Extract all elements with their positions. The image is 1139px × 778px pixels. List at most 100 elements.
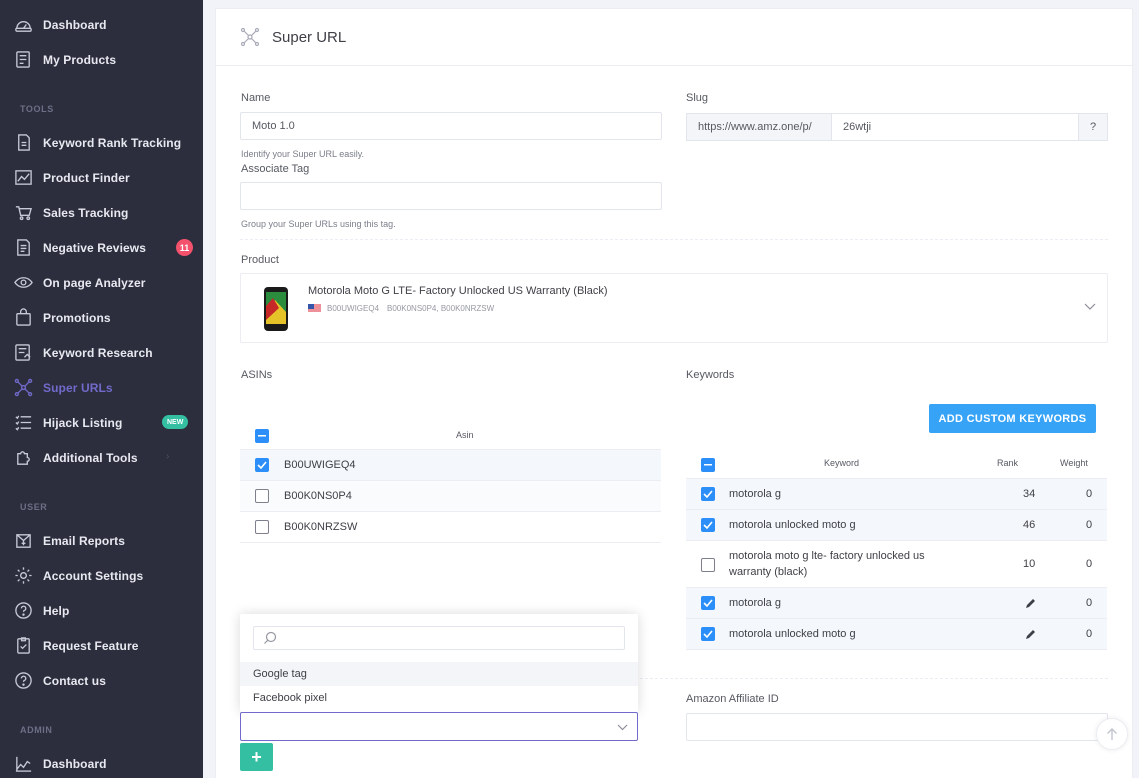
- pixel-dropdown-menu: Google tag Facebook pixel: [240, 614, 638, 712]
- row-checkbox[interactable]: [701, 487, 715, 501]
- weight-value[interactable]: 0: [1086, 519, 1092, 531]
- arrow-up-icon: [1107, 728, 1117, 740]
- sidebar-item-on-page-analyzer[interactable]: On page Analyzer: [0, 265, 203, 300]
- gear-icon: [14, 566, 33, 585]
- product-title: Motorola Moto G LTE- Factory Unlocked US…: [308, 285, 608, 297]
- product-variant-asins: B00K0NS0P4, B00K0NRZSW: [387, 304, 495, 313]
- keyword-research-icon: [14, 343, 33, 362]
- sidebar-item-label: Request Feature: [43, 638, 139, 653]
- sidebar-item-label: Additional Tools: [43, 450, 138, 465]
- email-reports-icon: [14, 531, 33, 550]
- sidebar-item-label: Keyword Rank Tracking: [43, 135, 182, 150]
- sidebar-item-label: Promotions: [43, 310, 111, 325]
- sidebar-item-dashboard[interactable]: Dashboard: [0, 7, 203, 42]
- affiliate-id-input[interactable]: [686, 713, 1108, 741]
- sidebar-item-my-products[interactable]: My Products: [0, 42, 203, 77]
- weight-value[interactable]: 0: [1086, 628, 1092, 640]
- hijack-icon: [14, 413, 33, 432]
- chevron-down-icon: [617, 724, 628, 731]
- row-checkbox[interactable]: [701, 596, 715, 610]
- table-row[interactable]: B00UWIGEQ4: [240, 450, 661, 481]
- sidebar-item-sales-tracking[interactable]: Sales Tracking: [0, 195, 203, 230]
- weight-value[interactable]: 0: [1086, 558, 1092, 570]
- table-row[interactable]: motorola g 34 0: [686, 479, 1107, 510]
- sidebar-item-label: Account Settings: [43, 568, 144, 583]
- row-checkbox[interactable]: [255, 489, 269, 503]
- name-label: Name: [241, 92, 271, 104]
- asins-select-all-checkbox[interactable]: [255, 429, 269, 443]
- divider: [640, 678, 1108, 679]
- sidebar-item-promotions[interactable]: Promotions: [0, 300, 203, 335]
- dropdown-option-google-tag[interactable]: Google tag: [240, 662, 638, 686]
- sidebar-item-contact-us[interactable]: Contact us: [0, 663, 203, 698]
- keywords-select-all-checkbox[interactable]: [701, 458, 715, 472]
- row-checkbox[interactable]: [255, 458, 269, 472]
- pixel-select[interactable]: [240, 712, 638, 741]
- slug-help-button[interactable]: ?: [1078, 113, 1108, 141]
- slug-input[interactable]: 26wtji: [831, 113, 1079, 141]
- associate-tag-input[interactable]: [240, 182, 662, 210]
- negative-reviews-badge: 11: [176, 239, 193, 256]
- rank-column-header: Rank: [997, 458, 1019, 468]
- sidebar-item-keyword-research[interactable]: Keyword Research: [0, 335, 203, 370]
- sidebar-item-admin-dashboard[interactable]: Dashboard: [0, 746, 203, 778]
- puzzle-icon: [14, 448, 33, 467]
- eye-icon: [14, 273, 33, 292]
- contact-icon: [14, 671, 33, 690]
- weight-value[interactable]: 0: [1086, 488, 1092, 500]
- table-row[interactable]: motorola g 0: [686, 588, 1107, 619]
- asins-label: ASINs: [241, 369, 273, 381]
- super-url-icon: [240, 27, 260, 47]
- help-icon: [14, 601, 33, 620]
- sidebar-item-label: Product Finder: [43, 170, 130, 185]
- product-finder-icon: [14, 168, 33, 187]
- sidebar-item-product-finder[interactable]: Product Finder: [0, 160, 203, 195]
- sidebar-item-account-settings[interactable]: Account Settings: [0, 558, 203, 593]
- us-flag-icon: [308, 304, 321, 313]
- chevron-down-icon: [1084, 303, 1096, 310]
- rank-value: 34: [1023, 488, 1036, 500]
- sidebar-item-additional-tools[interactable]: Additional Tools: [0, 440, 203, 475]
- weight-value[interactable]: 0: [1086, 597, 1092, 609]
- sidebar-item-label: Help: [43, 603, 70, 618]
- sidebar-item-request-feature[interactable]: Request Feature: [0, 628, 203, 663]
- sidebar-item-help[interactable]: Help: [0, 593, 203, 628]
- request-feature-icon: [14, 636, 33, 655]
- asin-column-header: Asin: [456, 430, 474, 440]
- row-checkbox[interactable]: [255, 520, 269, 534]
- search-icon: [264, 631, 277, 644]
- add-custom-keywords-button[interactable]: ADD CUSTOM KEYWORDS: [929, 404, 1096, 433]
- keyword-value: motorola g: [729, 597, 781, 609]
- sidebar-item-negative-reviews[interactable]: Negative Reviews: [0, 230, 203, 265]
- table-row[interactable]: motorola moto g lte- factory unlocked us…: [686, 541, 1107, 588]
- sidebar-item-label: Super URLs: [43, 380, 113, 395]
- sidebar-item-email-reports[interactable]: Email Reports: [0, 523, 203, 558]
- asins-table-header: Asin: [240, 420, 661, 450]
- dropdown-option-facebook-pixel[interactable]: Facebook pixel: [240, 686, 638, 710]
- bag-icon: [14, 308, 33, 327]
- product-thumbnail: [264, 287, 288, 331]
- row-checkbox[interactable]: [701, 558, 715, 572]
- sidebar-item-label: Sales Tracking: [43, 205, 129, 220]
- sidebar-item-keyword-rank-tracking[interactable]: Keyword Rank Tracking: [0, 125, 203, 160]
- section-label-admin: ADMIN: [20, 725, 53, 735]
- pencil-icon[interactable]: [1025, 598, 1036, 609]
- admin-dashboard-icon: [14, 754, 33, 773]
- table-row[interactable]: B00K0NRZSW: [240, 512, 661, 543]
- product-select[interactable]: Motorola Moto G LTE- Factory Unlocked US…: [240, 273, 1108, 343]
- sidebar-item-label: Negative Reviews: [43, 240, 146, 255]
- pencil-icon[interactable]: [1025, 629, 1036, 640]
- add-pixel-button[interactable]: +: [240, 743, 273, 771]
- table-row[interactable]: motorola unlocked moto g 0: [686, 619, 1107, 650]
- row-checkbox[interactable]: [701, 627, 715, 641]
- row-checkbox[interactable]: [701, 518, 715, 532]
- keyword-value-line1: motorola moto g lte- factory unlocked us: [729, 550, 925, 562]
- scroll-to-top-button[interactable]: [1096, 718, 1128, 750]
- sidebar-item-super-urls[interactable]: Super URLs: [0, 370, 203, 405]
- dropdown-search-input[interactable]: [253, 626, 625, 650]
- table-row[interactable]: B00K0NS0P4: [240, 481, 661, 512]
- product-label: Product: [241, 254, 279, 266]
- name-help-text: Identify your Super URL easily.: [241, 149, 365, 159]
- name-input[interactable]: Moto 1.0: [240, 112, 662, 140]
- table-row[interactable]: motorola unlocked moto g 46 0: [686, 510, 1107, 541]
